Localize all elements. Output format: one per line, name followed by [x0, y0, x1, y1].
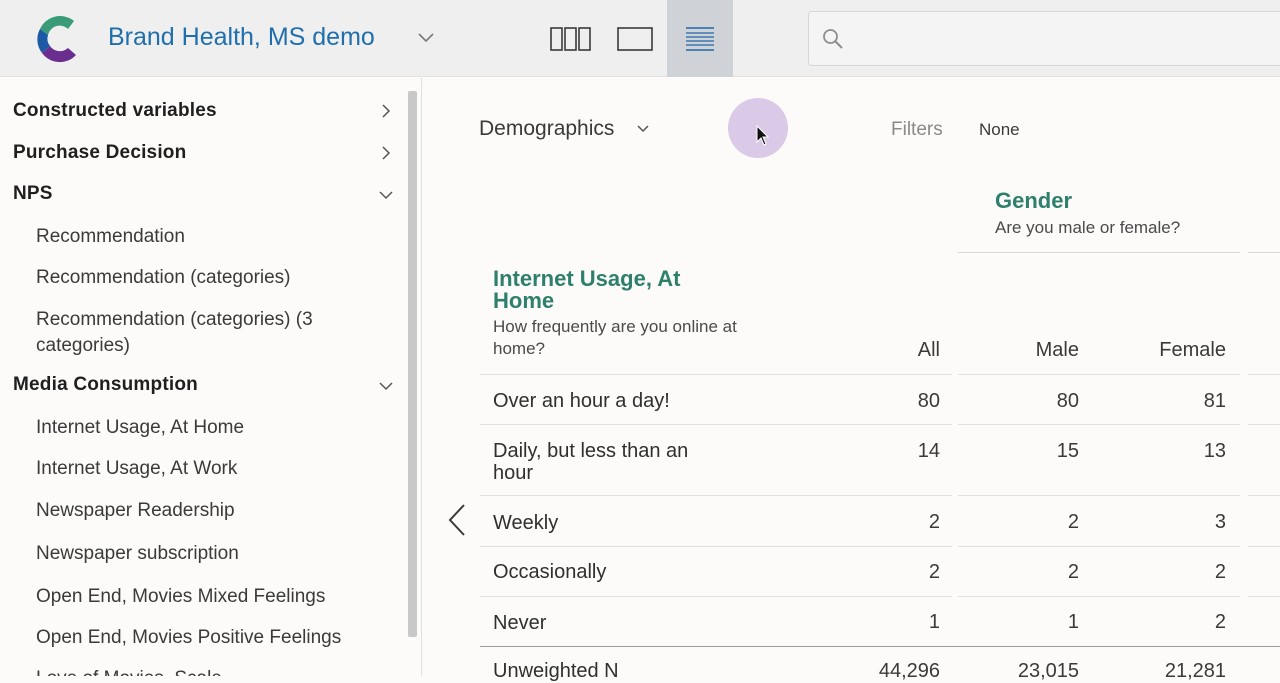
table-cell: 1: [1067, 611, 1079, 633]
sidebar-item-love-of-movies[interactable]: Love of Movies, Scale: [36, 666, 376, 676]
table-cell: 80: [917, 390, 940, 412]
table-cell: 13: [1203, 440, 1226, 462]
table-cell: 2: [1067, 511, 1079, 533]
table-row-label: Occasionally: [493, 561, 607, 583]
search-icon: [823, 29, 843, 49]
filters-value[interactable]: None: [979, 120, 1020, 140]
chevron-left-icon[interactable]: [447, 503, 467, 537]
category-label: NPS: [13, 183, 53, 204]
table-view-button[interactable]: [667, 0, 733, 77]
sidebar-item-recommendation[interactable]: Recommendation: [36, 224, 376, 250]
sidebar-item-newspaper-subscription[interactable]: Newspaper subscription: [36, 541, 376, 567]
category-label: Constructed variables: [13, 100, 217, 121]
chevron-down-icon: [379, 382, 393, 391]
chevron-right-icon: [382, 146, 391, 160]
table-view-icon: [686, 26, 714, 51]
row-variable-question: How frequently are you online at home?: [493, 317, 737, 358]
table-row-divider: [480, 495, 1280, 496]
table-cell: 2: [928, 511, 940, 533]
table-cell: 2: [1214, 561, 1226, 583]
single-view-icon: [617, 26, 653, 51]
row-variable-title[interactable]: Internet Usage, At Home: [493, 268, 743, 312]
table-cell: 2: [1067, 561, 1079, 583]
sidebar-category-nps[interactable]: NPS: [0, 181, 404, 209]
columns-view-button[interactable]: [538, 0, 604, 77]
chevron-right-icon: [382, 104, 391, 118]
chevron-down-icon: [379, 191, 393, 200]
table-cell: 2: [1214, 611, 1226, 633]
table-row-label: Never: [493, 612, 547, 634]
table-row-divider: [480, 374, 1280, 375]
table-total-divider: [480, 646, 1280, 647]
table-cell: 1: [928, 611, 940, 633]
column-variable-divider: [958, 252, 1240, 253]
sidebar-item-internet-usage-home[interactable]: Internet Usage, At Home: [36, 415, 376, 441]
table-row-divider: [480, 596, 1280, 597]
table-row-label: Over an hour a day!: [493, 390, 670, 412]
sidebar-category-media-consumption[interactable]: Media Consumption: [0, 372, 404, 400]
variable-sidebar: Constructed variables Purchase Decision …: [0, 78, 422, 676]
column-gap: [952, 374, 958, 646]
chevron-down-icon[interactable]: [416, 30, 436, 46]
sidebar-item-recommendation-categories[interactable]: Recommendation (categories): [36, 265, 376, 291]
sidebar-item-open-end-positive[interactable]: Open End, Movies Positive Feelings: [36, 625, 376, 651]
search-box: [808, 11, 1280, 66]
table-footer-cell: 23,015: [1017, 660, 1079, 682]
table-cell: 14: [917, 440, 940, 462]
sidebar-category-constructed-variables[interactable]: Constructed variables: [0, 98, 404, 126]
table-cell: 2: [928, 561, 940, 583]
sidebar-scrollbar[interactable]: [408, 91, 417, 637]
table-footer-cell: 21,281: [1164, 660, 1226, 682]
table-row-label: Weekly: [493, 512, 559, 534]
chevron-down-icon[interactable]: [636, 123, 650, 135]
search-input[interactable]: [851, 22, 1271, 54]
sidebar-item-open-end-mixed[interactable]: Open End, Movies Mixed Feelings: [36, 584, 376, 610]
filters-label[interactable]: Filters: [891, 119, 943, 141]
columns-view-icon: [550, 26, 591, 51]
table-cell: 15: [1056, 440, 1079, 462]
top-bar: Brand Health, MS demo: [0, 0, 1280, 77]
dataset-title[interactable]: Brand Health, MS demo: [108, 23, 375, 52]
table-footer-cell: 44,296: [878, 660, 940, 682]
sidebar-item-internet-usage-work[interactable]: Internet Usage, At Work: [36, 456, 376, 482]
column-variable-question: Are you male or female?: [995, 218, 1181, 237]
table-cell: 81: [1203, 390, 1226, 412]
table-row-divider: [480, 424, 1280, 425]
sidebar-item-newspaper-readership[interactable]: Newspaper Readership: [36, 498, 376, 524]
multitable-dropdown[interactable]: Demographics: [479, 117, 614, 141]
column-variable-divider: [1248, 252, 1280, 253]
column-header-female: Female: [1159, 339, 1226, 361]
category-label: Purchase Decision: [13, 142, 187, 163]
mouse-cursor-icon: [756, 125, 770, 146]
column-header-all: All: [917, 339, 940, 361]
column-gap: [1240, 374, 1248, 646]
category-label: Media Consumption: [13, 374, 198, 395]
table-cell: 3: [1214, 511, 1226, 533]
table-row-divider: [480, 546, 1280, 547]
table-cell: 80: [1056, 390, 1079, 412]
table-row-label: Daily, but less than an hour: [493, 440, 689, 484]
sidebar-category-purchase-decision[interactable]: Purchase Decision: [0, 140, 404, 168]
column-header-male: Male: [1035, 339, 1079, 361]
single-view-button[interactable]: [602, 0, 668, 77]
column-variable-title[interactable]: Gender: [995, 188, 1072, 214]
sidebar-item-recommendation-categories-3[interactable]: Recommendation (categories) (3 categorie…: [36, 307, 376, 359]
table-footer-label: Unweighted N: [493, 660, 619, 682]
app-logo[interactable]: [30, 13, 80, 65]
